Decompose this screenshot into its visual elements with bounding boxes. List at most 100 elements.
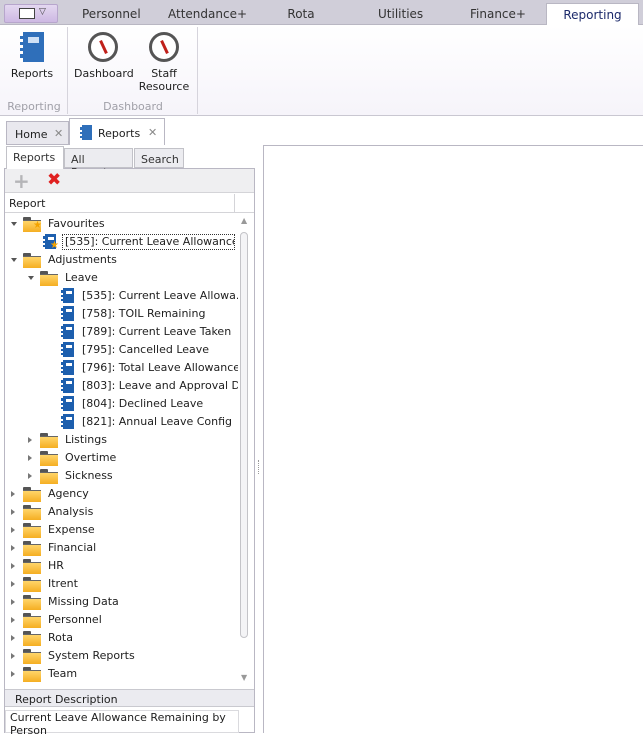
close-icon[interactable]: ✕ [54, 127, 63, 140]
tree-folder-item[interactable]: Adjustments [5, 251, 238, 269]
report-icon [61, 342, 74, 357]
tree-report-item[interactable]: [795]: Cancelled Leave [5, 341, 238, 359]
tree-folder-item[interactable]: Agency [5, 485, 238, 503]
tree-folder-item[interactable]: HR [5, 557, 238, 575]
expand-open-icon[interactable] [28, 276, 34, 280]
folder-icon [40, 433, 58, 448]
folder-icon [23, 577, 41, 592]
ribbon-separator [197, 27, 198, 114]
subtab-search[interactable]: Search [134, 148, 184, 168]
tree-folder-item[interactable]: Leave [5, 269, 238, 287]
tree-item-label: Analysis [48, 505, 94, 518]
tree-report-item[interactable]: [789]: Current Leave Taken [5, 323, 238, 341]
delete-icon[interactable]: ✖ [47, 170, 61, 190]
expand-collapsed-icon[interactable] [11, 653, 15, 659]
tree-folder-item[interactable]: Financial [5, 539, 238, 557]
expand-collapsed-icon[interactable] [11, 599, 15, 605]
tree-item-label: Overtime [65, 451, 117, 464]
expand-collapsed-icon[interactable] [28, 437, 32, 443]
tree-folder-item[interactable]: Expense [5, 521, 238, 539]
tree-item-label: Team [48, 667, 78, 680]
add-icon[interactable]: + [13, 169, 30, 193]
tree-report-item[interactable]: [803]: Leave and Approval D... [5, 377, 238, 395]
resource-label: Resource [138, 80, 190, 93]
expand-collapsed-icon[interactable] [11, 581, 15, 587]
folder-icon [23, 631, 41, 646]
tree-item-label: [795]: Cancelled Leave [82, 343, 210, 356]
folder-icon [23, 487, 41, 502]
tree-folder-item[interactable]: ★ Favourites [5, 215, 238, 233]
tree-item-label: Adjustments [48, 253, 117, 266]
report-column-header[interactable]: Report [5, 194, 254, 213]
folder-icon [40, 271, 58, 286]
tree-folder-item[interactable]: Personnel [5, 611, 238, 629]
tree-folder-item[interactable]: Overtime [5, 449, 238, 467]
tree-item-label: Sickness [65, 469, 113, 482]
tree-folder-item[interactable]: Listings [5, 431, 238, 449]
tree-folder-item[interactable]: Analysis [5, 503, 238, 521]
tab-reporting[interactable]: Reporting [546, 3, 639, 26]
tree-report-item[interactable]: [758]: TOIL Remaining [5, 305, 238, 323]
reports-ribbon-button[interactable]: Reports [8, 32, 56, 80]
tree-item-label: Favourites [48, 217, 105, 230]
tree-item-label: [804]: Declined Leave [82, 397, 204, 410]
tree-item-label: Expense [48, 523, 95, 536]
tree-folder-item[interactable]: Missing Data [5, 593, 238, 611]
tree-item-label: [821]: Annual Leave Config [82, 415, 233, 428]
expand-collapsed-icon[interactable] [11, 617, 15, 623]
tree-folder-item[interactable]: Team [5, 665, 238, 683]
tree-report-item[interactable]: [535]: Current Leave Allowa... [5, 287, 238, 305]
report-icon [61, 324, 74, 339]
expand-collapsed-icon[interactable] [28, 473, 32, 479]
tree-item-label: [803]: Leave and Approval D... [82, 379, 238, 392]
expand-collapsed-icon[interactable] [28, 455, 32, 461]
tree-item-label: Listings [65, 433, 107, 446]
expand-collapsed-icon[interactable] [11, 527, 15, 533]
tree-item-label: HR [48, 559, 64, 572]
report-book-icon [20, 32, 44, 62]
group-label-reporting: Reporting [7, 100, 61, 113]
app-menu-button[interactable]: ▽ [4, 4, 58, 23]
subtab-reports[interactable]: Reports [6, 146, 64, 169]
folder-icon [23, 541, 41, 556]
tree-report-item[interactable]: [804]: Declined Leave [5, 395, 238, 413]
expand-collapsed-icon[interactable] [11, 545, 15, 551]
star-icon: ★ [33, 220, 42, 231]
doc-tab-home[interactable]: Home ✕ [6, 121, 69, 145]
tree-item-label: [758]: TOIL Remaining [82, 307, 206, 320]
tree-item-label: Rota [48, 631, 73, 644]
tab-personnel[interactable]: Personnel [82, 7, 141, 21]
expand-collapsed-icon[interactable] [11, 491, 15, 497]
report-icon [61, 288, 74, 303]
doc-tab-reports[interactable]: Reports ✕ [69, 118, 165, 145]
tab-attendance[interactable]: Attendance+ [168, 7, 247, 21]
tree-report-item[interactable]: [821]: Annual Leave Config [5, 413, 238, 431]
expand-collapsed-icon[interactable] [11, 671, 15, 677]
report-tree: ★ Favourites ★ [535]: Current Leave Allowan… [5, 214, 238, 687]
dashboard-ribbon-button[interactable]: Dashboard [74, 32, 134, 80]
expand-collapsed-icon[interactable] [11, 635, 15, 641]
tree-report-item[interactable]: ★ [535]: Current Leave Allowance ... [5, 233, 238, 251]
tree-folder-item[interactable]: System Reports [5, 647, 238, 665]
splitter-handle[interactable] [258, 460, 260, 474]
tree-folder-item[interactable]: Sickness [5, 467, 238, 485]
tab-utilities[interactable]: Utilities [378, 7, 423, 21]
folder-icon [23, 667, 41, 682]
expand-open-icon[interactable] [11, 258, 17, 262]
expand-open-icon[interactable] [11, 222, 17, 226]
staff-resource-ribbon-button[interactable]: Staff Resource [136, 32, 192, 93]
close-icon[interactable]: ✕ [148, 126, 157, 139]
scrollbar-thumb[interactable] [240, 232, 248, 638]
home-tab-label: Home [15, 128, 48, 141]
expand-collapsed-icon[interactable] [11, 563, 15, 569]
tree-item-label: System Reports [48, 649, 135, 662]
report-book-icon [80, 125, 92, 140]
tree-folder-item[interactable]: Itrent [5, 575, 238, 593]
tab-finance[interactable]: Finance+ [470, 7, 526, 21]
subtab-all-reports[interactable]: All Reports [64, 148, 133, 179]
report-icon [61, 414, 74, 429]
expand-collapsed-icon[interactable] [11, 509, 15, 515]
tree-report-item[interactable]: [796]: Total Leave Allowance [5, 359, 238, 377]
tree-folder-item[interactable]: Rota [5, 629, 238, 647]
tab-rota[interactable]: Rota [286, 7, 316, 21]
